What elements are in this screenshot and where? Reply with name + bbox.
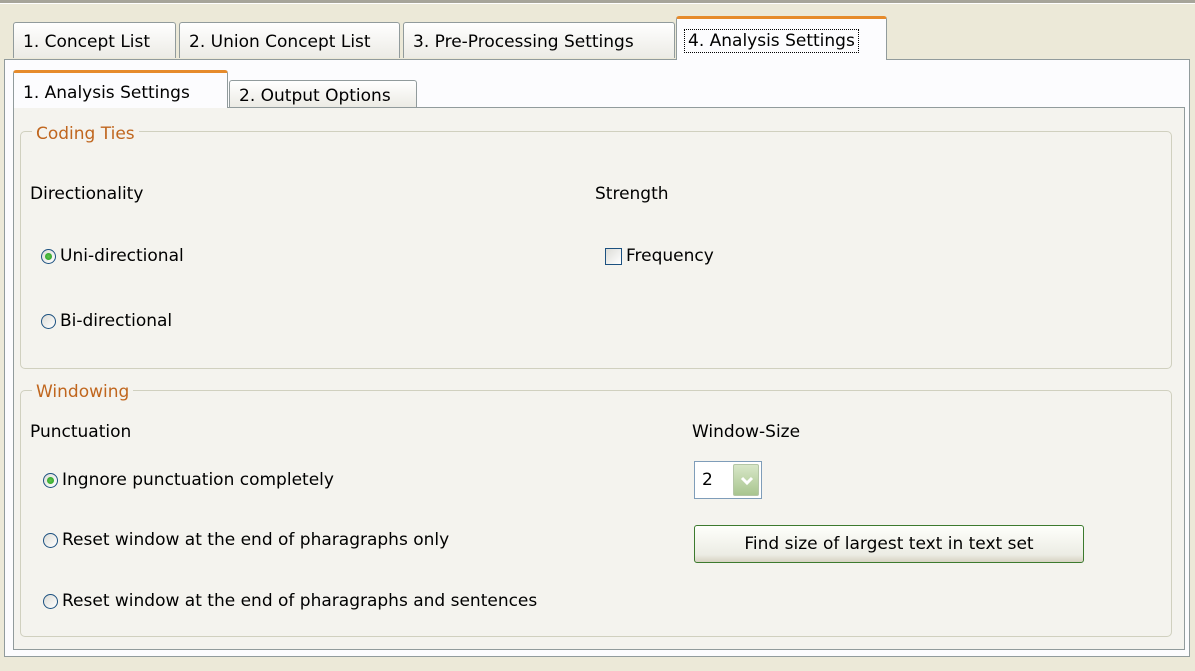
- uni-directional-label[interactable]: Uni-directional: [60, 245, 184, 267]
- dropdown-arrow-button[interactable]: [733, 464, 759, 496]
- tab-label: 3. Pre-Processing Settings: [413, 32, 634, 52]
- tab-label: 2. Union Concept List: [189, 32, 371, 52]
- tab-label: 1. Concept List: [23, 32, 151, 52]
- find-largest-text-button[interactable]: Find size of largest text in text set: [694, 525, 1084, 563]
- tab-concept-list[interactable]: 1. Concept List: [13, 22, 176, 58]
- tab-label: 1. Analysis Settings: [23, 83, 190, 103]
- windowing-legend: Windowing: [32, 382, 134, 402]
- chevron-down-icon: [740, 476, 754, 486]
- strength-label: Strength: [595, 184, 669, 204]
- reset-paragraphs-label[interactable]: Reset window at the end of pharagraphs o…: [62, 529, 449, 551]
- directionality-label: Directionality: [30, 184, 144, 204]
- reset-paragraphs-radio[interactable]: [43, 533, 58, 548]
- ignore-punctuation-radio[interactable]: [43, 473, 58, 488]
- tab-union-concept-list[interactable]: 2. Union Concept List: [179, 22, 400, 58]
- window-top-highlight: [0, 3, 1195, 4]
- punctuation-label: Punctuation: [30, 422, 132, 442]
- ignore-punctuation-label[interactable]: Ingnore punctuation completely: [62, 469, 334, 491]
- coding-ties-group: [20, 131, 1172, 369]
- tab-label: 4. Analysis Settings: [684, 29, 859, 53]
- window-size-select[interactable]: 2: [694, 461, 762, 499]
- frequency-checkbox[interactable]: [605, 248, 622, 265]
- tab-label: 2. Output Options: [239, 86, 391, 106]
- subtab-analysis-settings[interactable]: 1. Analysis Settings: [13, 70, 228, 108]
- tab-analysis-settings[interactable]: 4. Analysis Settings: [676, 16, 887, 60]
- radio-selected-dot: [45, 253, 52, 260]
- radio-selected-dot: [47, 477, 54, 484]
- window-size-value: 2: [702, 470, 713, 490]
- tab-pre-processing-settings[interactable]: 3. Pre-Processing Settings: [403, 22, 675, 58]
- subtab-output-options[interactable]: 2. Output Options: [229, 80, 417, 107]
- coding-ties-legend: Coding Ties: [32, 124, 139, 144]
- uni-directional-radio[interactable]: [41, 249, 56, 264]
- bi-directional-radio[interactable]: [41, 314, 56, 329]
- window-size-label: Window-Size: [692, 422, 801, 442]
- bi-directional-label[interactable]: Bi-directional: [60, 310, 172, 332]
- reset-paragraphs-sentences-radio[interactable]: [43, 594, 58, 609]
- frequency-label[interactable]: Frequency: [626, 245, 714, 267]
- reset-paragraphs-sentences-label[interactable]: Reset window at the end of pharagraphs a…: [62, 590, 537, 612]
